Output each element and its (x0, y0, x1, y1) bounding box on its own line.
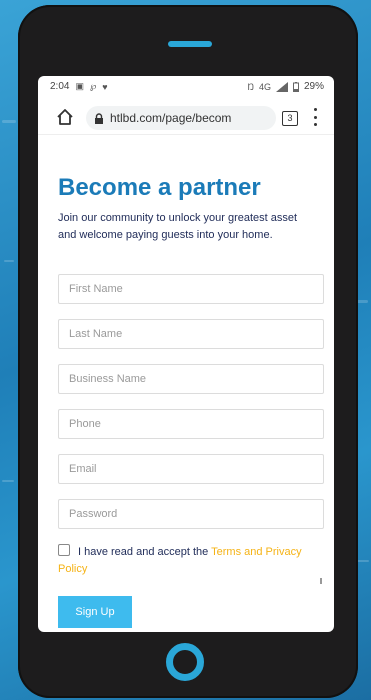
background-streak (2, 120, 16, 123)
phone-home-button[interactable] (166, 643, 204, 681)
status-bar: 2:04 ▣ ℘ ♥ Ŋ 4G 29% (38, 76, 334, 98)
wifi-calling-icon: ℘ (89, 81, 97, 91)
email-input[interactable] (58, 454, 324, 484)
background-streak (2, 480, 14, 482)
page-subtitle: Join our community to unlock your greate… (58, 212, 298, 241)
phone-screen: 2:04 ▣ ℘ ♥ Ŋ 4G 29% htlbd.com/page/becom… (38, 76, 334, 632)
status-time: 2:04 (50, 81, 70, 92)
battery-icon (292, 81, 299, 92)
terms-checkbox[interactable] (58, 544, 70, 556)
network-type-icon: 4G (258, 81, 271, 92)
sign-up-button[interactable]: Sign Up (58, 596, 132, 628)
business-name-input[interactable] (58, 364, 324, 394)
location-icon: ♥ (102, 81, 108, 92)
url-text: htlbd.com/page/becom (110, 111, 232, 125)
home-icon[interactable] (56, 108, 74, 126)
terms-agree-text: I have read and accept the (78, 546, 209, 558)
nfc-icon: Ŋ (247, 81, 254, 92)
password-input[interactable] (58, 499, 324, 529)
terms-agreement: I have read and accept the Terms and Pri… (58, 544, 308, 578)
address-bar[interactable]: htlbd.com/page/becom (86, 106, 276, 130)
more-options-icon[interactable] (312, 108, 318, 126)
phone-speaker (168, 41, 212, 47)
signal-icon (275, 81, 288, 92)
phone-input[interactable] (58, 409, 324, 439)
background-streak (4, 260, 14, 262)
lock-icon (95, 112, 103, 124)
page-title: Become a partner (58, 174, 261, 201)
first-name-input[interactable] (58, 274, 324, 304)
tab-switcher-button[interactable]: 3 (282, 111, 298, 126)
battery-percent: 29% (303, 81, 324, 92)
scrollbar-indicator (320, 578, 322, 584)
last-name-input[interactable] (58, 319, 324, 349)
notification-icon: ▣ (75, 81, 84, 91)
browser-toolbar: htlbd.com/page/becom 3 (38, 100, 334, 135)
